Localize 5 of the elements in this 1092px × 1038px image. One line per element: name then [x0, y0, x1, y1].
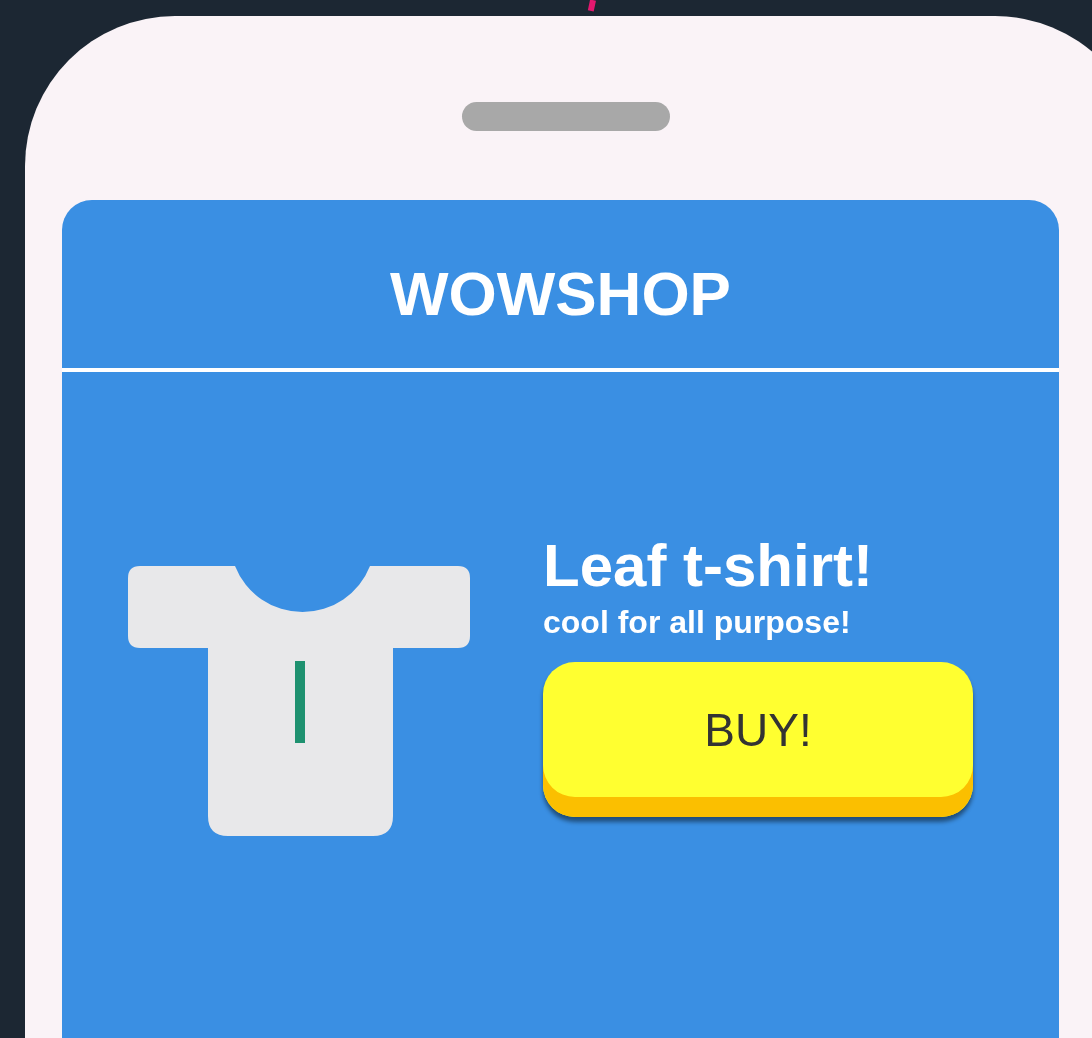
product-name: Leaf t-shirt!	[543, 531, 873, 601]
product-tagline: cool for all purpose!	[543, 603, 851, 642]
stroke-mark-icon	[587, 0, 597, 12]
buy-button[interactable]: BUY!	[543, 662, 973, 817]
shop-title: WOWSHOP	[390, 257, 731, 329]
